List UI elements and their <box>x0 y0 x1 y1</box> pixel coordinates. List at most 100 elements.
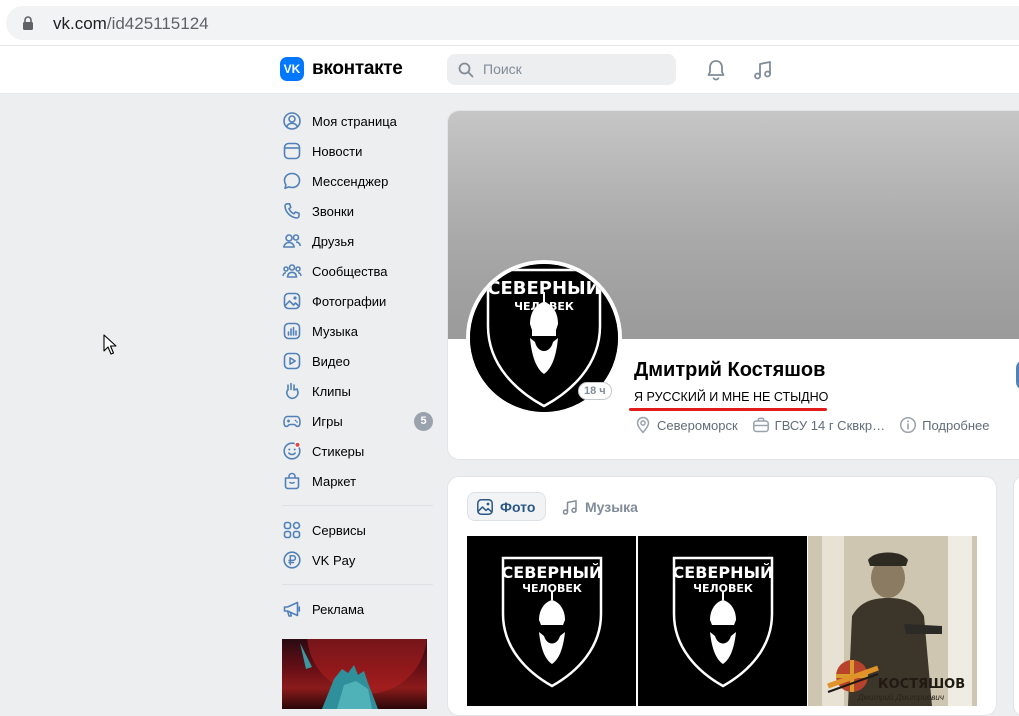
photo-icon <box>477 498 493 515</box>
statue-of-liberty-image <box>300 639 427 709</box>
nav-item-market[interactable]: Маркет <box>280 466 435 496</box>
vk-logo-mark: VK <box>280 57 304 81</box>
nav-item-ads[interactable]: Реклама <box>280 594 435 624</box>
friends-icon <box>283 234 302 248</box>
profile-work[interactable]: ГВСУ 14 г Сквкр… <box>752 416 885 434</box>
nav-label: Игры <box>312 413 343 429</box>
chat-icon <box>283 172 301 190</box>
music-icon <box>283 322 301 340</box>
profile-more-button[interactable]: Подробнее <box>899 416 990 434</box>
nav-label: Клипы <box>312 383 351 399</box>
profile-status[interactable]: Я РУССКИЙ И МНЕ НЕ СТЫДНО <box>634 390 828 404</box>
news-icon <box>283 142 301 160</box>
nav-item-stickers[interactable]: Стикеры <box>280 436 435 466</box>
city-label: Североморск <box>657 417 738 433</box>
avatar-text-bottom: ЧЕЛОВЕК <box>514 300 574 313</box>
portrait-caption: КОСТЯШОВ <box>878 677 966 692</box>
vk-logo[interactable]: VK вконтакте <box>280 57 403 81</box>
nav-item-friends[interactable]: Друзья <box>280 226 435 256</box>
left-nav: Моя страница Новости Мессенджер Звонки Д… <box>280 106 435 624</box>
nav-label: Моя страница <box>312 113 397 129</box>
nav-item-services[interactable]: Сервисы <box>280 515 435 545</box>
mouse-cursor-icon <box>103 334 117 355</box>
ad-banner-image[interactable] <box>282 639 427 709</box>
nav-divider <box>282 584 433 585</box>
portrait-subcaption: Дмитрий Дмитриевич <box>858 693 944 702</box>
photo-thumbnail[interactable]: СЕВЕРНЫЙ ЧЕЛОВЕК <box>467 536 636 706</box>
nav-label: Маркет <box>312 473 357 489</box>
nav-label: Мессенджер <box>312 173 389 189</box>
search-input[interactable]: Поиск <box>447 54 676 85</box>
search-placeholder: Поиск <box>483 61 522 77</box>
nav-label: Новости <box>312 143 363 159</box>
photo-icon <box>283 292 301 310</box>
emblem-text-top: СЕВЕРНЫЙ <box>673 563 774 582</box>
more-label: Подробнее <box>922 417 990 433</box>
info-icon <box>900 416 917 434</box>
music-note-icon <box>562 499 577 515</box>
bell-icon[interactable] <box>704 58 728 82</box>
tab-music[interactable]: Музыка <box>553 492 648 521</box>
tab-label: Фото <box>500 498 536 515</box>
last-seen-badge: 18 ч <box>578 382 612 400</box>
nav-label: Сервисы <box>312 522 366 538</box>
nav-item-news[interactable]: Новости <box>280 136 435 166</box>
nav-item-communities[interactable]: Сообщества <box>280 256 435 286</box>
right-column-card <box>1013 476 1019 716</box>
search-icon <box>458 62 474 78</box>
nav-label: Фотографии <box>312 293 387 309</box>
briefcase-icon <box>752 417 769 433</box>
profile-card: СЕВЕРНЫЙ ЧЕЛОВЕК 18 ч Дмитрий Костяшов Я… <box>447 110 1019 460</box>
nav-item-messenger[interactable]: Мессенджер <box>280 166 435 196</box>
games-icon <box>283 415 301 428</box>
emblem-text-top: СЕВЕРНЫЙ <box>502 563 603 582</box>
market-icon <box>284 472 300 490</box>
nav-label: Друзья <box>312 233 355 249</box>
nav-label: Стикеры <box>312 443 365 459</box>
nav-item-music[interactable]: Музыка <box>280 316 435 346</box>
user-circle-icon <box>283 112 301 130</box>
nav-label: Реклама <box>312 601 365 617</box>
megaphone-icon <box>283 601 301 617</box>
clips-icon <box>286 382 299 400</box>
nav-item-photos[interactable]: Фотографии <box>280 286 435 316</box>
url-path: /id425115124 <box>106 14 209 33</box>
lock-icon <box>23 16 33 30</box>
nav-item-video[interactable]: Видео <box>280 346 435 376</box>
status-underline <box>629 408 827 411</box>
photo-thumbnail[interactable]: СЕВЕРНЫЙ ЧЕЛОВЕК <box>638 536 807 706</box>
address-url: vk.com/id425115124 <box>53 14 209 34</box>
url-host: vk.com <box>53 14 107 33</box>
browser-toolbar: vk.com/id425115124 <box>0 0 1019 46</box>
nav-item-clips[interactable]: Клипы <box>280 376 435 406</box>
photo-thumbnail[interactable]: КОСТЯШОВ Дмитрий Дмитриевич <box>808 536 977 706</box>
services-icon <box>283 521 301 539</box>
communities-icon <box>282 264 302 278</box>
nav-label: Музыка <box>312 323 358 339</box>
nav-label: Звонки <box>312 203 354 219</box>
work-label: ГВСУ 14 г Сквкр… <box>774 417 886 433</box>
music-icon[interactable] <box>751 58 775 82</box>
emblem-image: СЕВЕРНЫЙ ЧЕЛОВЕК <box>673 556 774 688</box>
video-icon <box>283 352 301 370</box>
vkpay-icon <box>283 551 301 569</box>
emblem-image: СЕВЕРНЫЙ ЧЕЛОВЕК <box>502 556 603 688</box>
stickers-icon <box>283 441 301 460</box>
location-pin-icon <box>636 416 650 434</box>
profile-info-row: Североморск ГВСУ 14 г Сквкр… Подробнее <box>634 416 1004 434</box>
games-count-badge: 5 <box>414 412 433 431</box>
tab-photos[interactable]: Фото <box>467 492 547 521</box>
nav-item-games[interactable]: Игры 5 <box>280 406 435 436</box>
tab-label: Музыка <box>585 498 638 515</box>
nav-item-vkpay[interactable]: VK Pay <box>280 545 435 575</box>
address-bar[interactable]: vk.com/id425115124 <box>6 6 1019 40</box>
avatar-text-top: СЕВЕРНЫЙ <box>487 277 601 299</box>
nav-label: Сообщества <box>312 263 388 279</box>
site-header: VK вконтакте Поиск <box>0 46 1019 94</box>
nav-label: VK Pay <box>312 552 356 568</box>
emblem-text-bottom: ЧЕЛОВЕК <box>693 582 753 595</box>
nav-item-calls[interactable]: Звонки <box>280 196 435 226</box>
nav-item-my-page[interactable]: Моя страница <box>280 106 435 136</box>
emblem-text-bottom: ЧЕЛОВЕК <box>522 582 582 595</box>
profile-city[interactable]: Североморск <box>634 416 738 434</box>
